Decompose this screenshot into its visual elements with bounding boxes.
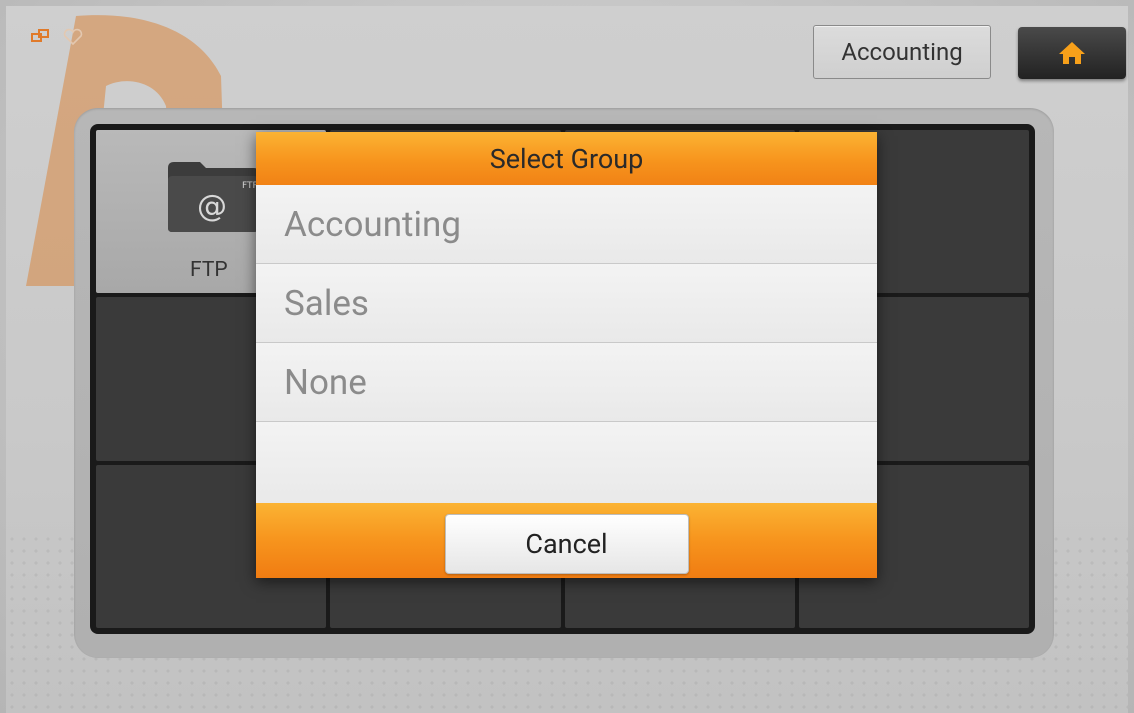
option-none[interactable]: None	[256, 343, 877, 422]
home-icon	[1059, 42, 1085, 64]
home-button[interactable]	[1018, 27, 1126, 79]
group-selector-button[interactable]: Accounting	[813, 25, 991, 79]
dialog-list-empty-space	[256, 422, 877, 504]
sync-icon	[31, 29, 49, 42]
ftp-folder-icon: @ FTP	[168, 162, 259, 232]
svg-text:@: @	[197, 189, 227, 224]
heart-icon	[63, 28, 83, 46]
select-group-dialog: Select Group Accounting Sales None Cance…	[256, 132, 877, 578]
dialog-title: Select Group	[256, 132, 877, 185]
cancel-button[interactable]: Cancel	[444, 513, 689, 574]
tile-ftp-label: FTP	[190, 258, 228, 282]
option-sales[interactable]: Sales	[256, 264, 877, 343]
status-bar	[30, 28, 84, 46]
dialog-footer: Cancel	[256, 503, 877, 578]
option-accounting[interactable]: Accounting	[256, 185, 877, 264]
